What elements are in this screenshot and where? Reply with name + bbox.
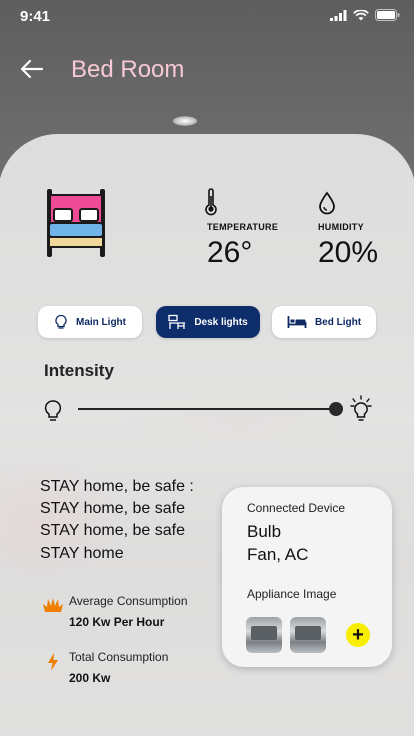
bed-icon <box>47 189 105 257</box>
tab-desk-lights[interactable]: Desk lights <box>156 306 260 338</box>
lightning-bolt-icon <box>48 653 58 671</box>
energy-flame-icon <box>43 598 63 612</box>
humidity-value: 20% <box>318 236 379 269</box>
add-appliance-button[interactable]: + <box>346 623 370 647</box>
message-line: STAY home, be safe <box>40 500 185 517</box>
lightbulb-icon <box>55 314 67 329</box>
connected-device-title: Connected Device <box>247 501 346 515</box>
total-consumption-value: 200 Kw <box>69 671 111 685</box>
total-consumption-label: Total Consumption <box>69 650 169 664</box>
tab-desk-lights-label: Desk lights <box>194 316 248 328</box>
back-arrow-icon[interactable] <box>20 58 44 80</box>
message-line: STAY home, be safe <box>40 522 185 539</box>
connected-device-card: Connected Device Bulb Fan, AC Appliance … <box>222 487 392 667</box>
average-consumption-label: Average Consumption <box>69 594 188 608</box>
signal-icon <box>330 9 347 21</box>
device-item: Bulb <box>247 522 282 541</box>
tab-main-light[interactable]: Main Light <box>38 306 142 338</box>
message-line: STAY home <box>40 545 124 562</box>
status-icons <box>330 9 400 21</box>
bed-small-icon <box>287 316 307 328</box>
water-drop-icon <box>319 191 335 215</box>
ceiling-light-decor <box>172 116 198 126</box>
intensity-slider-track[interactable] <box>78 408 336 410</box>
page-title: Bed Room <box>71 56 185 83</box>
humidity-label: HUMIDITY <box>318 222 364 232</box>
bulb-off-icon <box>44 400 62 421</box>
bulb-on-icon <box>350 395 372 421</box>
thermometer-icon <box>205 188 217 216</box>
temperature-label: TEMPERATURE <box>207 222 279 232</box>
tab-main-light-label: Main Light <box>76 316 126 328</box>
appliance-image-label: Appliance Image <box>247 587 337 601</box>
tab-bed-light[interactable]: Bed Light <box>272 306 376 338</box>
status-bar: 9:41 <box>0 0 414 32</box>
average-consumption-value: 120 Kw Per Hour <box>69 615 165 629</box>
desk-icon <box>168 314 186 329</box>
appliance-image-oven[interactable] <box>246 617 282 653</box>
temperature-value: 26° <box>207 236 253 269</box>
appliance-image-microwave[interactable] <box>290 617 326 653</box>
battery-icon <box>375 9 400 21</box>
device-item: Fan, AC <box>247 545 309 564</box>
intensity-label: Intensity <box>44 361 114 380</box>
tab-bed-light-label: Bed Light <box>314 316 362 328</box>
message-line: STAY home, be safe : <box>40 478 194 495</box>
intensity-slider-thumb[interactable] <box>329 402 343 416</box>
app-screen: 9:41 Bed Room TEMPERATURE 26° HUMIDITY 2… <box>0 0 414 736</box>
status-time: 9:41 <box>20 8 51 25</box>
wifi-icon <box>353 9 369 20</box>
